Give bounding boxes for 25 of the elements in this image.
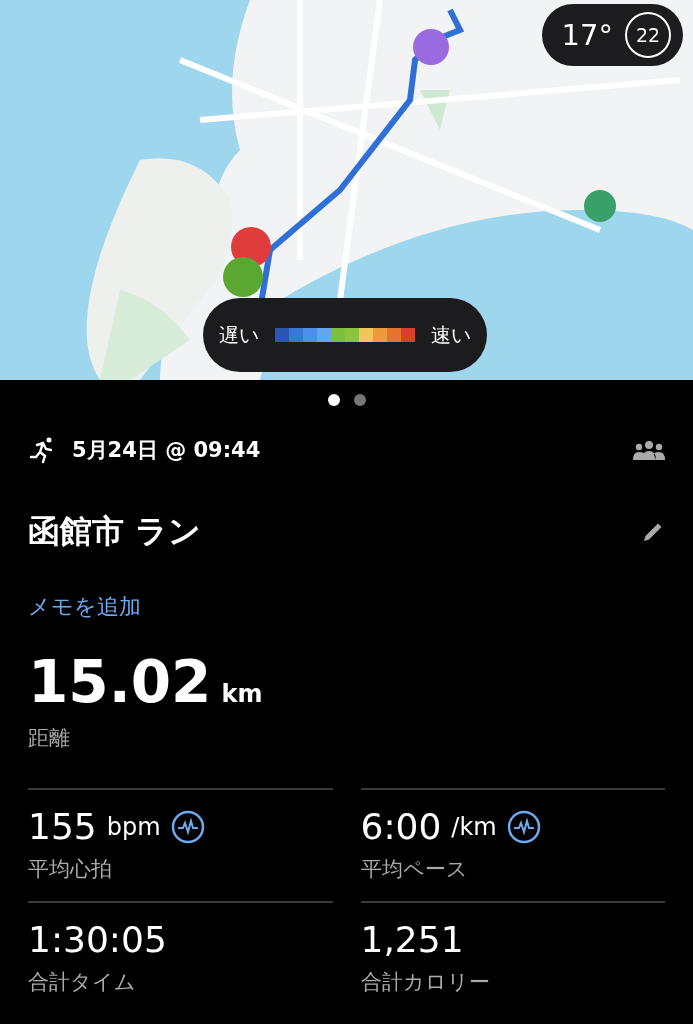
temperature: 17° bbox=[561, 18, 613, 52]
add-note-link[interactable]: メモを追加 bbox=[28, 592, 141, 622]
stat-value: 1:30:05 bbox=[28, 919, 167, 960]
legend-label: 速い bbox=[431, 321, 471, 349]
stat-value: 6:00 bbox=[360, 806, 442, 847]
stat-unit: bpm bbox=[106, 812, 161, 841]
activity-chart-icon[interactable] bbox=[506, 809, 541, 844]
distance-value: 15.02 bbox=[28, 648, 212, 716]
stat-unit: /km bbox=[451, 812, 497, 841]
page-dot[interactable] bbox=[327, 394, 340, 406]
stat-value: 1,251 bbox=[360, 919, 464, 960]
page-dot[interactable] bbox=[353, 394, 366, 406]
stat-label: 平均ペース bbox=[360, 856, 469, 883]
stat-value: 155 bbox=[28, 806, 97, 847]
wind-badge: 22 bbox=[625, 12, 671, 58]
distance-label: 距離 bbox=[28, 725, 70, 752]
legend-label: 遅い bbox=[219, 321, 259, 349]
activity-date: 5月24日 @ 09:44 bbox=[72, 437, 261, 464]
group-icon[interactable] bbox=[633, 440, 665, 460]
distance-unit: km bbox=[221, 680, 263, 708]
stat-label: 合計タイム bbox=[28, 969, 137, 996]
stat-label: 平均心拍 bbox=[28, 856, 113, 883]
stat-label: 合計カロリー bbox=[360, 969, 491, 996]
activity-title: 函館市 ラン bbox=[28, 511, 202, 552]
activity-chart-icon[interactable] bbox=[170, 809, 205, 844]
